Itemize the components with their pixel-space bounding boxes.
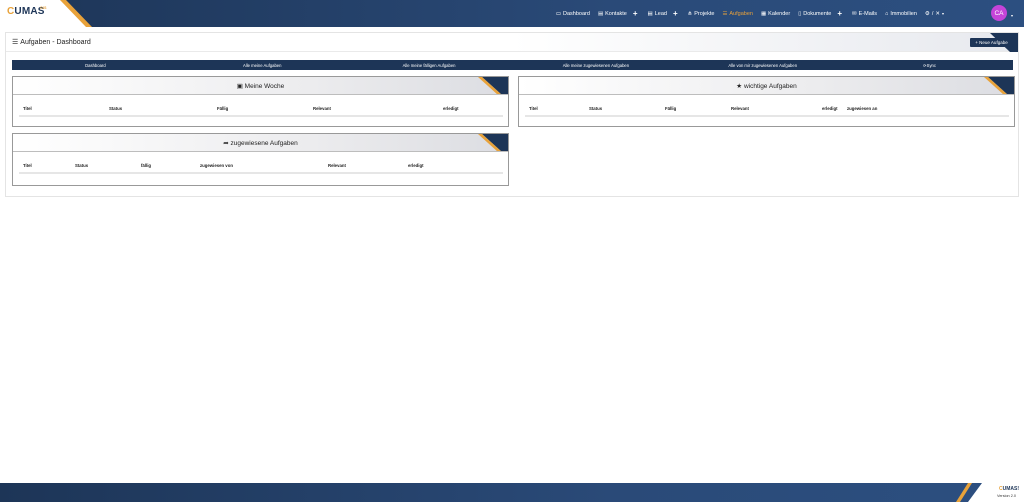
main-nav: ▭ Dashboard ▤ Kontakte + ▤ Lead + ⋔ Proj…: [552, 0, 948, 27]
add-document-button[interactable]: +: [835, 9, 848, 18]
table-row-divider: [19, 116, 503, 117]
gear-icon: ⚙: [924, 10, 930, 17]
home-icon: ⌂: [884, 10, 889, 17]
contact-card-icon: ▤: [597, 10, 604, 17]
table-row-divider: [19, 173, 503, 174]
user-menu-chevron-icon[interactable]: ▾: [1011, 13, 1013, 18]
logo-subtext: GIS: [40, 6, 47, 10]
col-status[interactable]: Status: [589, 106, 602, 111]
col-erledigt[interactable]: erledigt: [443, 106, 459, 111]
envelope-icon: ✉: [852, 10, 857, 17]
col-status[interactable]: Status: [109, 106, 122, 111]
nav-kontakte[interactable]: ▤ Kontakte: [594, 0, 631, 27]
page-header: ☰ Aufgaben - Dashboard + Neue Aufgabe: [6, 33, 1018, 52]
top-navbar: CUMAS GIS ▭ Dashboard ▤ Kontakte + ▤ Lea…: [0, 0, 1024, 27]
card-title: ★ wichtige Aufgaben: [736, 83, 797, 90]
col-zugewiesen-an[interactable]: zugewiesen an: [847, 106, 877, 111]
col-faellig[interactable]: Fällig: [217, 106, 228, 111]
tab-sync[interactable]: ⟳ Sync: [846, 60, 1013, 70]
col-relevant[interactable]: Relevant: [328, 163, 346, 168]
footer: [0, 483, 1024, 502]
col-erledigt[interactable]: erledigt: [408, 163, 424, 168]
table-row-divider: [525, 116, 1009, 117]
share-arrow-icon: ➦: [223, 140, 231, 147]
add-contact-button[interactable]: +: [631, 9, 644, 18]
col-relevant[interactable]: Relevant: [313, 106, 331, 111]
col-titel[interactable]: Titel: [23, 106, 32, 111]
nav-emails[interactable]: ✉ E-Mails: [848, 0, 881, 27]
table-header: Titel Status fällig zugewiesen von Relev…: [19, 163, 503, 173]
nav-dashboard[interactable]: ▭ Dashboard: [552, 0, 594, 27]
calendar-week-icon: ▣: [236, 83, 245, 90]
nav-aufgaben[interactable]: ☰ Aufgaben: [718, 0, 757, 27]
project-diagram-icon: ⋔: [687, 10, 693, 17]
lead-card-icon: ▤: [647, 10, 653, 17]
star-icon: ★: [736, 83, 744, 90]
nav-kalender[interactable]: ▦ Kalender: [757, 0, 794, 27]
calendar-icon: ▦: [760, 10, 767, 17]
settings-menu[interactable]: ⚙ / ✕ ▾: [921, 0, 948, 27]
page-container: ☰ Aufgaben - Dashboard + Neue Aufgabe Da…: [5, 32, 1019, 197]
col-zugewiesen-von[interactable]: zugewiesen von: [200, 163, 233, 168]
task-list-icon: ☰: [722, 10, 728, 17]
card-title: ➦ zugewiesene Aufgaben: [223, 140, 298, 147]
col-faellig[interactable]: fällig: [141, 163, 151, 168]
chevron-down-icon: ▾: [941, 11, 944, 16]
new-task-button[interactable]: + Neue Aufgabe: [970, 38, 1013, 47]
card-zugewiesene-aufgaben: ➦ zugewiesene Aufgaben Titel Status fäll…: [12, 133, 509, 186]
col-faellig[interactable]: Fällig: [665, 106, 676, 111]
user-avatar[interactable]: CA: [991, 5, 1007, 21]
tools-icon: ✕: [935, 10, 940, 17]
dashboard-icon: ▭: [555, 10, 562, 17]
app-logo[interactable]: CUMAS GIS: [7, 6, 47, 17]
col-status[interactable]: Status: [75, 163, 88, 168]
tab-all-my-tasks[interactable]: Alle meine Aufgaben: [179, 60, 346, 70]
page-title: ☰ Aufgaben - Dashboard: [12, 38, 91, 47]
card-wichtige-aufgaben: ★ wichtige Aufgaben Titel Status Fällig …: [518, 76, 1015, 127]
card-header: ➦ zugewiesene Aufgaben: [13, 134, 508, 152]
card-meine-woche: ▣ Meine Woche Titel Status Fällig Releva…: [12, 76, 509, 127]
tab-my-due-tasks[interactable]: Alle meine fälligen Aufgaben: [346, 60, 513, 70]
col-erledigt[interactable]: erledigt: [822, 106, 838, 111]
nav-projekte[interactable]: ⋔ Projekte: [684, 0, 719, 27]
document-icon: ▯: [798, 10, 802, 17]
col-relevant[interactable]: Relevant: [731, 106, 749, 111]
task-list-icon: ☰: [12, 39, 19, 46]
add-lead-button[interactable]: +: [671, 9, 684, 18]
version-label: Version 2.0: [997, 494, 1016, 498]
card-title: ▣ Meine Woche: [236, 83, 285, 90]
table-header: Titel Status Fällig Relevant erledigt: [19, 106, 503, 116]
tab-tasks-assigned-by-me[interactable]: Alle von mir zugewiesenen Aufgaben: [679, 60, 846, 70]
table-header: Titel Status Fällig Relevant erledigt zu…: [525, 106, 1009, 116]
card-header: ▣ Meine Woche: [13, 77, 508, 95]
nav-lead[interactable]: ▤ Lead: [644, 0, 671, 27]
tab-dashboard[interactable]: Dashboard: [12, 60, 179, 70]
task-tabs: Dashboard Alle meine Aufgaben Alle meine…: [12, 60, 1013, 70]
nav-dokumente[interactable]: ▯ Dokumente: [794, 0, 835, 27]
col-titel[interactable]: Titel: [23, 163, 32, 168]
card-header: ★ wichtige Aufgaben: [519, 77, 1014, 95]
tab-my-assigned-tasks[interactable]: Alle meine zugewiesenen Aufgaben: [512, 60, 679, 70]
col-titel[interactable]: Titel: [529, 106, 538, 111]
nav-immobilien[interactable]: ⌂ Immobilien: [881, 0, 921, 27]
footer-logo: CUMAS!: [999, 486, 1020, 492]
